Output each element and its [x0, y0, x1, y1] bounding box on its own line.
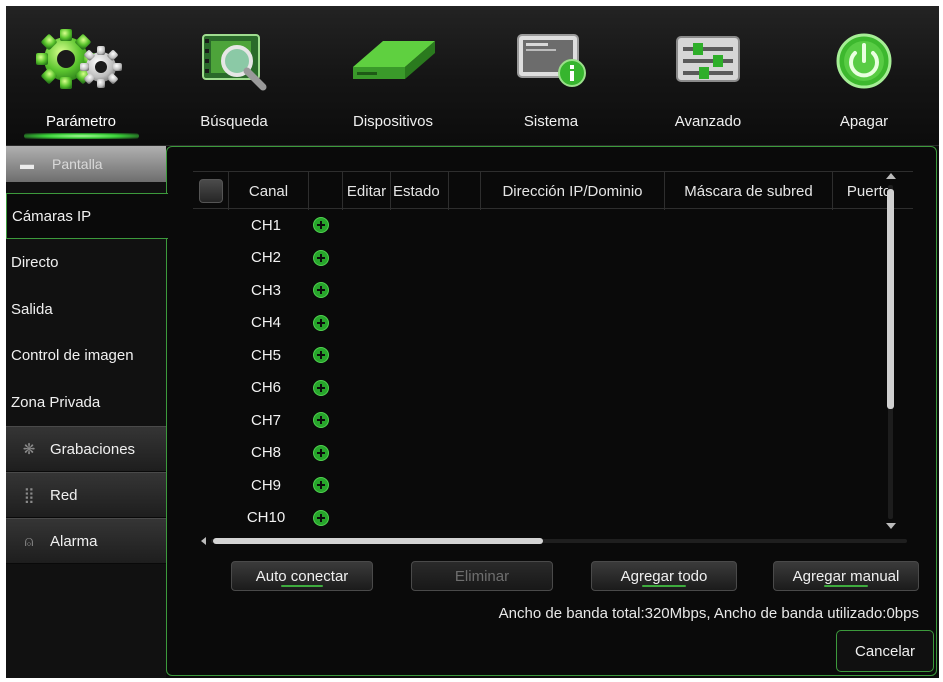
dvr-screen: Parámetro Búsqueda Dispositivos Sistema …	[6, 6, 939, 678]
sidebar-item-pantalla[interactable]: ▬ Pantalla	[6, 146, 166, 182]
sidebar-label-pantalla: Pantalla	[52, 156, 103, 172]
header-editar: Editar	[343, 172, 391, 210]
sidebar-item-control-imagen[interactable]: Control de imagen	[6, 332, 166, 378]
nav-dispositivos[interactable]: Dispositivos	[318, 6, 468, 146]
sidebar-item-camaras-ip[interactable]: Cámaras IP	[6, 193, 168, 239]
add-camera-icon[interactable]	[313, 412, 329, 428]
table-row: CH3	[193, 274, 893, 307]
add-camera-icon[interactable]	[313, 314, 329, 331]
scroll-up-icon[interactable]	[886, 173, 896, 179]
nav-label-sistema: Sistema	[523, 113, 579, 130]
add-camera-icon[interactable]	[313, 444, 329, 461]
table-row: CH10	[193, 502, 893, 535]
network-icon: ⣿	[23, 487, 35, 504]
video-search-icon	[159, 26, 309, 96]
nav-label-avanzado: Avanzado	[674, 113, 742, 130]
add-manual-button[interactable]: Agregar manual	[773, 561, 919, 591]
nav-label-dispositivos: Dispositivos	[352, 113, 434, 130]
add-all-button[interactable]: Agregar todo	[591, 561, 737, 591]
nav-label-apagar: Apagar	[839, 113, 889, 130]
sidebar-label: Zona Privada	[11, 393, 101, 411]
hscroll-thumb[interactable]	[213, 538, 543, 544]
sidebar: ▬ Pantalla Cámaras IP Directo Salida Con…	[6, 146, 168, 678]
sidebar-group-alarma[interactable]: ⍝ Alarma	[6, 518, 166, 564]
vertical-scrollbar[interactable]	[883, 171, 899, 533]
bandwidth-status: Ancho de banda total:320Mbps, Ancho de b…	[498, 605, 919, 622]
sidebar-item-salida[interactable]: Salida	[6, 286, 166, 332]
auto-connect-button[interactable]: Auto conectar	[231, 561, 373, 591]
table-row: CH2	[193, 242, 893, 275]
delete-button[interactable]: Eliminar	[411, 561, 553, 591]
sidebar-label: Directo	[11, 253, 59, 271]
channel-cell: CH10	[246, 509, 286, 527]
nav-label-busqueda: Búsqueda	[200, 113, 268, 130]
sidebar-label: Control de imagen	[11, 346, 134, 364]
add-camera-icon[interactable]	[313, 347, 329, 363]
nav-sistema[interactable]: Sistema	[476, 6, 626, 146]
power-icon	[789, 26, 939, 96]
nav-apagar[interactable]: Apagar	[789, 6, 939, 146]
table-row: CH1	[193, 209, 893, 242]
sidebar-label: Cámaras IP	[12, 207, 92, 225]
sidebar-group-red[interactable]: ⣿ Red	[6, 472, 166, 518]
top-navigation: Parámetro Búsqueda Dispositivos Sistema …	[6, 6, 939, 146]
add-camera-icon[interactable]	[313, 217, 329, 233]
scroll-thumb[interactable]	[887, 189, 894, 409]
scroll-down-icon[interactable]	[886, 523, 896, 529]
channel-cell: CH3	[250, 281, 281, 299]
display-icon: ▬	[20, 156, 34, 172]
channel-cell: CH1	[250, 216, 281, 234]
sliders-icon	[633, 26, 783, 96]
system-info-icon	[476, 26, 626, 96]
table-row: CH5	[193, 339, 893, 372]
channel-cell: CH5	[250, 346, 281, 364]
channel-cell: CH6	[250, 379, 281, 397]
nav-avanzado[interactable]: Avanzado	[633, 6, 783, 146]
table-row: CH6	[193, 372, 893, 405]
table-row: CH7	[193, 404, 893, 437]
hard-drive-icon	[318, 26, 468, 96]
sidebar-group-grabaciones[interactable]: ❋ Grabaciones	[6, 426, 166, 472]
header-blank	[309, 172, 343, 210]
nav-busqueda[interactable]: Búsqueda	[159, 6, 309, 146]
scroll-left-icon[interactable]	[201, 537, 206, 545]
table-header: Canal Editar Estado Dirección IP/Dominio…	[193, 171, 913, 210]
channel-cell: CH9	[250, 476, 281, 494]
header-mascara: Máscara de subred	[665, 172, 833, 210]
active-indicator	[24, 133, 139, 139]
header-estado: Estado	[391, 172, 449, 210]
select-all-checkbox[interactable]	[199, 179, 223, 203]
header-blank-2	[449, 172, 481, 210]
header-select-cell	[193, 172, 229, 210]
nav-label-parametro: Parámetro	[45, 113, 117, 130]
ip-camera-table: Canal Editar Estado Dirección IP/Dominio…	[193, 171, 913, 543]
table-row: CH4	[193, 307, 893, 340]
header-canal: Canal	[229, 172, 309, 210]
sidebar-item-directo[interactable]: Directo	[6, 239, 166, 285]
sidebar-label: Salida	[11, 300, 53, 318]
channel-cell: CH7	[250, 411, 281, 429]
ip-cameras-panel: Canal Editar Estado Dirección IP/Dominio…	[166, 146, 937, 676]
channel-cell: CH8	[250, 444, 281, 462]
alarm-icon: ⍝	[24, 532, 34, 550]
add-camera-icon[interactable]	[313, 379, 329, 396]
header-ip: Dirección IP/Dominio	[481, 172, 665, 210]
cancel-button[interactable]: Cancelar	[836, 630, 934, 672]
channel-cell: CH2	[250, 249, 281, 267]
horizontal-scrollbar[interactable]	[201, 536, 916, 546]
add-camera-icon[interactable]	[313, 509, 329, 526]
channel-cell: CH4	[250, 314, 281, 332]
sidebar-label: Red	[50, 486, 78, 504]
nav-parametro[interactable]: Parámetro	[6, 6, 156, 146]
sidebar-item-zona-privada[interactable]: Zona Privada	[6, 379, 166, 425]
add-camera-icon[interactable]	[313, 282, 329, 298]
add-camera-icon[interactable]	[313, 249, 329, 266]
add-camera-icon[interactable]	[313, 477, 329, 493]
recordings-icon: ❋	[22, 441, 36, 458]
table-row: CH9	[193, 469, 893, 502]
sidebar-label: Grabaciones	[50, 440, 136, 458]
gears-icon	[6, 26, 156, 96]
sidebar-label: Alarma	[50, 532, 98, 550]
table-row: CH8	[193, 437, 893, 470]
